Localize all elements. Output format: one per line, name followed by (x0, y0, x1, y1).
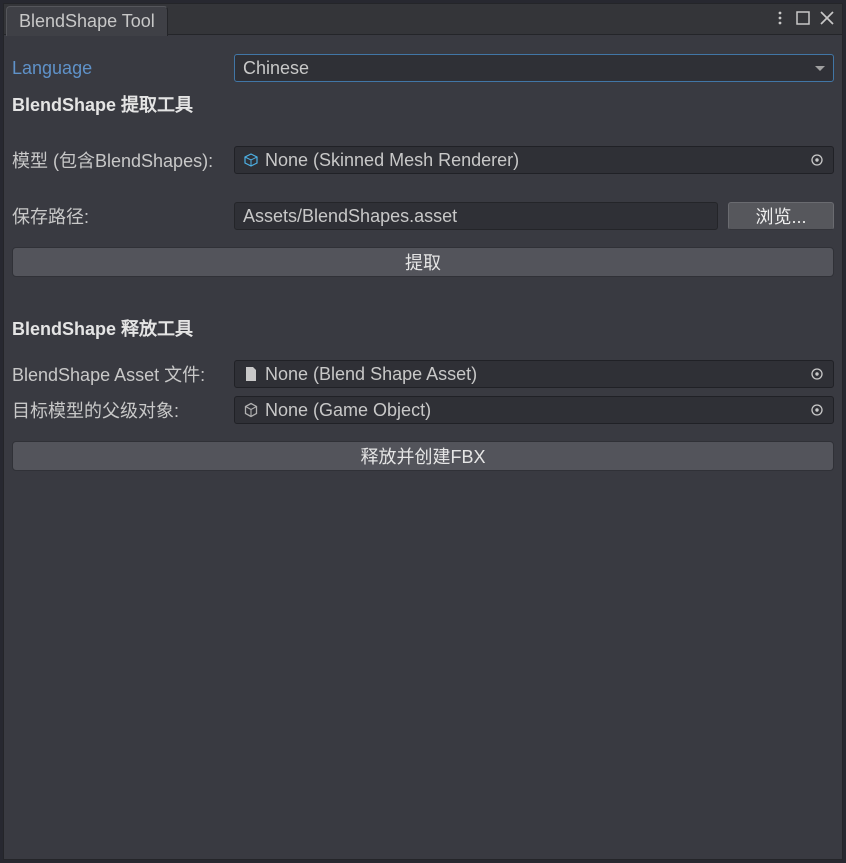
blendshape-tool-window: BlendShape Tool (3, 3, 843, 860)
save-path-value: Assets/BlendShapes.asset (243, 206, 457, 227)
extract-button[interactable]: 提取 (12, 247, 834, 277)
maximize-icon[interactable] (796, 9, 810, 30)
language-dropdown[interactable]: Chinese (234, 54, 834, 82)
save-path-row: 保存路径: Assets/BlendShapes.asset 浏览... (12, 201, 834, 231)
asset-label: BlendShape Asset 文件: (12, 361, 234, 387)
language-value: Chinese (243, 58, 309, 79)
window-header: BlendShape Tool (4, 4, 842, 35)
asset-value: None (Blend Shape Asset) (265, 364, 477, 385)
language-label: Language (12, 58, 234, 79)
object-picker-icon[interactable] (809, 366, 825, 382)
target-parent-row: 目标模型的父级对象: None (Game Object) (12, 395, 834, 425)
save-path-label: 保存路径: (12, 203, 234, 229)
model-row: 模型 (包含BlendShapes): None (Skinned Mesh R… (12, 145, 834, 175)
target-parent-value: None (Game Object) (265, 400, 431, 421)
close-icon[interactable] (820, 9, 834, 30)
chevron-down-icon (815, 66, 825, 71)
target-parent-label: 目标模型的父级对象: (12, 397, 234, 423)
skinned-mesh-icon (243, 152, 259, 168)
window-controls (774, 4, 842, 34)
window-title: BlendShape Tool (19, 11, 155, 32)
save-path-input[interactable]: Assets/BlendShapes.asset (234, 202, 718, 230)
browse-button[interactable]: 浏览... (728, 202, 834, 230)
model-label: 模型 (包含BlendShapes): (12, 147, 234, 173)
more-icon[interactable] (774, 9, 786, 30)
section-header-release: BlendShape 释放工具 (12, 313, 834, 343)
cube-icon (243, 402, 259, 418)
target-parent-object-field[interactable]: None (Game Object) (234, 396, 834, 424)
asset-object-field[interactable]: None (Blend Shape Asset) (234, 360, 834, 388)
language-row: Language Chinese (12, 53, 834, 83)
model-value: None (Skinned Mesh Renderer) (265, 150, 519, 171)
model-object-field[interactable]: None (Skinned Mesh Renderer) (234, 146, 834, 174)
object-picker-icon[interactable] (809, 402, 825, 418)
section-header-extract: BlendShape 提取工具 (12, 89, 834, 119)
main-panel: Language Chinese BlendShape 提取工具 模型 (包含B… (4, 35, 842, 859)
window-tab[interactable]: BlendShape Tool (6, 6, 168, 36)
object-picker-icon[interactable] (809, 152, 825, 168)
release-and-create-fbx-button[interactable]: 释放并创建FBX (12, 441, 834, 471)
file-icon (243, 366, 259, 382)
asset-row: BlendShape Asset 文件: None (Blend Shape A… (12, 359, 834, 389)
